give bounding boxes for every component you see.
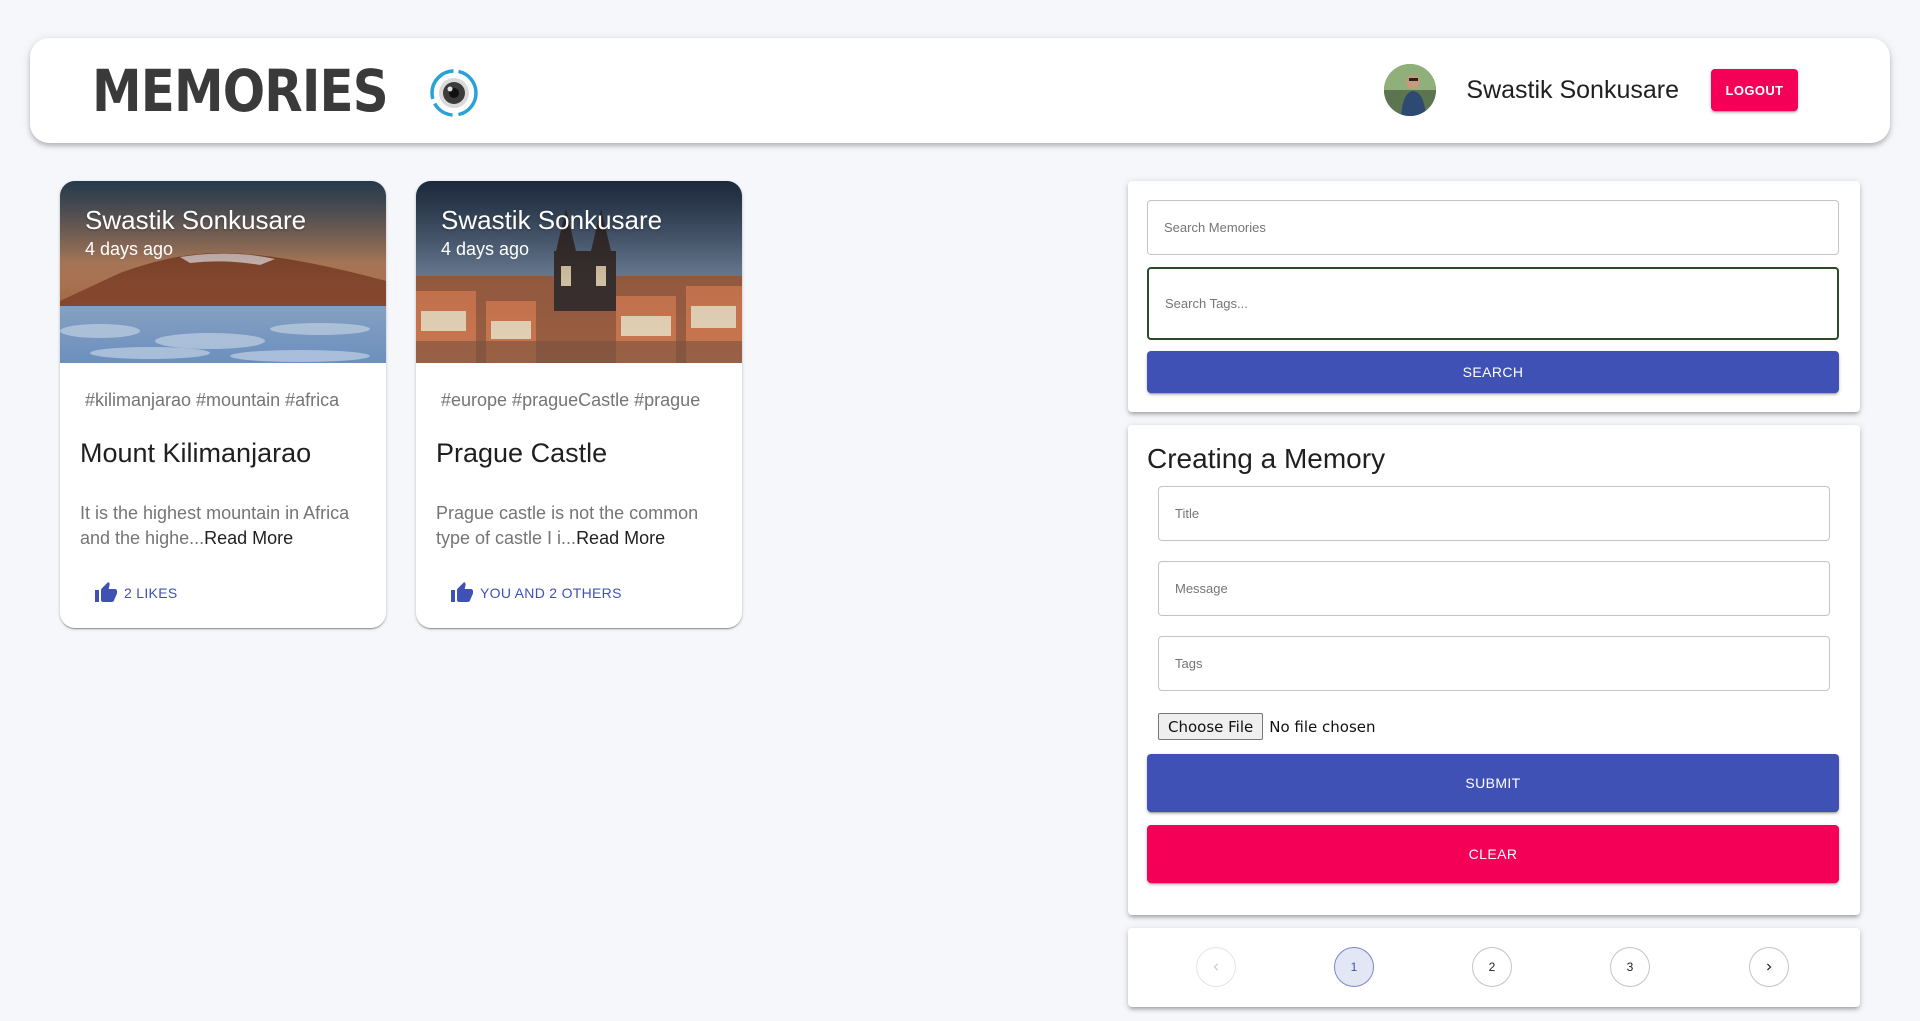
file-picker: Choose File No file chosen (1158, 713, 1376, 740)
post-message: It is the highest mountain in Africa and… (80, 501, 375, 551)
page-button-2[interactable]: 2 (1472, 947, 1512, 987)
thumb-up-icon (95, 582, 117, 602)
search-memories-input[interactable] (1147, 200, 1839, 255)
title-field[interactable] (1158, 486, 1830, 541)
create-memory-form: Creating a Memory Choose File No file ch… (1128, 425, 1860, 915)
form-heading: Creating a Memory (1147, 443, 1386, 474)
logout-button[interactable]: LOGOUT (1711, 69, 1798, 111)
post-time: 4 days ago (85, 239, 174, 259)
submit-button[interactable]: SUBMIT (1147, 754, 1839, 812)
post-time: 4 days ago (441, 239, 530, 259)
brand-title: Memories (92, 57, 389, 125)
next-page-button[interactable] (1749, 947, 1789, 987)
post-author: Swastik Sonkusare (85, 205, 307, 235)
chevron-right-icon (1767, 963, 1772, 971)
user-name: Swastik Sonkusare (1466, 75, 1679, 104)
brand[interactable]: Memories (92, 57, 478, 125)
file-status: No file chosen (1269, 717, 1376, 736)
search-panel: SEARCH (1128, 181, 1860, 412)
post-card[interactable]: Swastik Sonkusare 4 days ago #europe #pr… (416, 181, 742, 628)
message-field[interactable] (1158, 561, 1830, 616)
read-more-link[interactable]: Read More (576, 528, 665, 548)
tags-field[interactable] (1158, 636, 1830, 691)
like-button[interactable]: 2 LIKES (94, 581, 177, 605)
post-title: Prague Castle (436, 438, 608, 468)
page-button-1[interactable]: 1 (1334, 947, 1374, 987)
post-card[interactable]: Swastik Sonkusare 4 days ago #kilimanjar… (60, 181, 386, 628)
search-button[interactable]: SEARCH (1147, 351, 1839, 393)
search-tags-input[interactable] (1147, 267, 1839, 340)
avatar[interactable] (1384, 64, 1437, 116)
camera-lens-icon (430, 69, 478, 117)
clear-button[interactable]: CLEAR (1147, 825, 1839, 883)
thumb-up-icon (451, 582, 473, 602)
like-count: YOU AND 2 OTHERS (480, 585, 622, 601)
post-tags: #europe #pragueCastle #prague (441, 390, 701, 410)
post-title: Mount Kilimanjarao (80, 438, 312, 468)
chevron-left-icon (1213, 963, 1218, 971)
app-bar: Memories Swastik Sonkusare LOGOUT (30, 38, 1890, 143)
pagination: 1 2 3 (1128, 928, 1860, 1007)
choose-file-button[interactable]: Choose File (1158, 713, 1264, 740)
previous-page-button[interactable] (1196, 947, 1236, 987)
like-count: 2 LIKES (124, 585, 178, 601)
post-tags: #kilimanjarao #mountain #africa (85, 390, 340, 410)
post-message: Prague castle is not the common type of … (436, 501, 731, 551)
read-more-link[interactable]: Read More (204, 528, 293, 548)
like-button[interactable]: YOU AND 2 OTHERS (450, 581, 622, 605)
user-area: Swastik Sonkusare LOGOUT (1384, 64, 1798, 116)
post-author: Swastik Sonkusare (441, 205, 663, 235)
user-photo-icon (1384, 64, 1437, 116)
page-button-3[interactable]: 3 (1610, 947, 1650, 987)
